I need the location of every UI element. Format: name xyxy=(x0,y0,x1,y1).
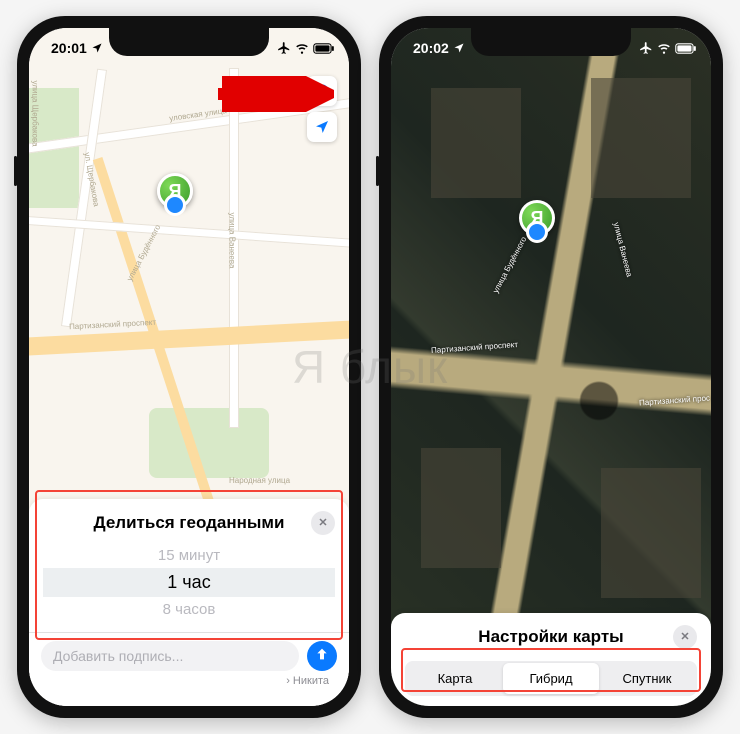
street-label: улица Щербакова xyxy=(31,81,40,147)
street-label: Партизанский проспект xyxy=(431,340,518,355)
street-label: улица Ванеева xyxy=(612,221,634,277)
street-label: Партизанский прос xyxy=(639,394,710,408)
street-label: улица Ванеева xyxy=(228,213,237,269)
avatar-letter: Я xyxy=(169,181,182,202)
caption-placeholder: Добавить подпись... xyxy=(53,648,183,664)
duration-option[interactable]: 15 минут xyxy=(43,543,335,568)
recipient-row[interactable]: › Никита xyxy=(41,675,337,687)
avatar-letter: Я xyxy=(531,208,544,229)
duration-option[interactable]: 8 часов xyxy=(43,597,335,622)
user-location-pin[interactable]: Я xyxy=(519,200,555,236)
location-services-icon xyxy=(91,41,105,55)
share-location-sheet: Делиться геоданными 15 минут 1 час 8 час… xyxy=(29,499,349,632)
duration-option-selected[interactable]: 1 час xyxy=(43,568,335,597)
duration-picker[interactable]: 15 минут 1 час 8 часов xyxy=(43,543,335,622)
screen-left: 20:01 Парт xyxy=(29,28,349,706)
map-view-hybrid[interactable]: Партизанский проспект улица Ванеева Парт… xyxy=(391,28,711,706)
battery-icon xyxy=(313,41,327,55)
status-time: 20:01 xyxy=(51,40,87,56)
close-button[interactable] xyxy=(311,511,335,535)
location-services-icon xyxy=(453,41,467,55)
close-icon xyxy=(679,629,691,645)
notch xyxy=(109,28,269,56)
battery-icon xyxy=(675,41,689,55)
send-button[interactable] xyxy=(307,641,337,671)
segment-hybrid[interactable]: Гибрид xyxy=(503,663,599,694)
sheet-title: Настройки карты xyxy=(405,627,697,647)
caption-input[interactable]: Добавить подпись... xyxy=(41,641,299,671)
street-label: Народная улица xyxy=(229,476,290,485)
wifi-icon xyxy=(657,41,671,55)
map-settings-sheet: Настройки карты Карта Гибрид Спутник xyxy=(391,613,711,706)
map-info-button[interactable] xyxy=(307,76,337,106)
notch xyxy=(471,28,631,56)
street-label: улица Будённого xyxy=(491,235,528,295)
segment-map[interactable]: Карта xyxy=(407,663,503,694)
segment-satellite[interactable]: Спутник xyxy=(599,663,695,694)
close-button[interactable] xyxy=(673,625,697,649)
screen-right: 20:02 Партизанский xyxy=(391,28,711,706)
recipient-name: Никита xyxy=(293,675,329,687)
phone-left: 20:01 Парт xyxy=(17,16,361,718)
airplane-mode-icon xyxy=(277,41,291,55)
airplane-mode-icon xyxy=(639,41,653,55)
street-label: Партизанский проспект xyxy=(69,318,156,332)
status-time: 20:02 xyxy=(413,40,449,56)
current-location-button[interactable] xyxy=(307,112,337,142)
arrow-up-icon xyxy=(314,646,330,667)
phone-right: 20:02 Партизанский xyxy=(379,16,723,718)
close-icon xyxy=(317,515,329,531)
sheet-title: Делиться геоданными xyxy=(43,513,335,533)
wifi-icon xyxy=(295,41,309,55)
caption-bar: Добавить подпись... › Никита xyxy=(29,632,349,706)
map-type-segmented-control[interactable]: Карта Гибрид Спутник xyxy=(405,661,697,696)
user-location-pin[interactable]: Я xyxy=(157,173,193,209)
